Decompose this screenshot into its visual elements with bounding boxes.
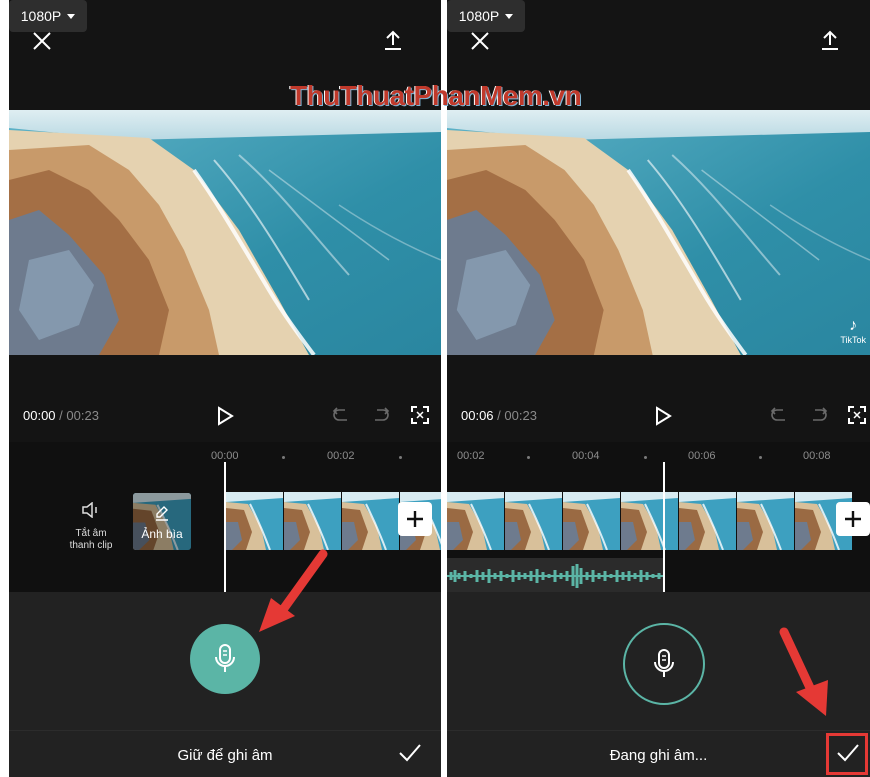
plus-icon bbox=[407, 511, 423, 527]
microphone-icon bbox=[654, 649, 674, 677]
playhead[interactable] bbox=[224, 462, 226, 592]
video-frame bbox=[9, 110, 441, 355]
time-current: 00:00 bbox=[23, 408, 56, 423]
fullscreen-icon bbox=[848, 406, 866, 424]
clip-frame bbox=[226, 492, 283, 550]
bottom-bar: Đang ghi âm... bbox=[447, 730, 870, 777]
close-button[interactable] bbox=[465, 26, 495, 56]
export-icon bbox=[822, 30, 838, 50]
add-clip-button[interactable] bbox=[398, 502, 432, 536]
arrow-annotation bbox=[259, 549, 328, 632]
fullscreen-button[interactable] bbox=[848, 406, 870, 428]
ruler-label: 00:02 bbox=[457, 450, 485, 462]
plus-icon bbox=[845, 511, 861, 527]
timeline[interactable]: 00:02 00:04 00:06 00:08 bbox=[447, 442, 870, 594]
redo-icon bbox=[813, 407, 828, 421]
clip-frame bbox=[737, 492, 794, 550]
audio-waveform bbox=[447, 564, 663, 588]
undo-button[interactable] bbox=[331, 406, 353, 428]
record-button[interactable] bbox=[190, 624, 260, 694]
cover-label: Ảnh bìa bbox=[141, 527, 183, 541]
time-total: 00:23 bbox=[66, 408, 99, 423]
video-track[interactable] bbox=[447, 492, 853, 550]
undo-button[interactable] bbox=[769, 406, 791, 428]
export-button[interactable] bbox=[814, 24, 846, 56]
play-button[interactable] bbox=[216, 406, 238, 428]
close-icon bbox=[33, 32, 51, 50]
close-icon bbox=[471, 32, 489, 50]
redo-button[interactable] bbox=[371, 406, 393, 428]
export-icon bbox=[385, 30, 401, 50]
record-area bbox=[9, 592, 441, 730]
close-button[interactable] bbox=[27, 26, 57, 56]
ruler-label: 00:06 bbox=[688, 450, 716, 462]
play-button[interactable] bbox=[654, 406, 676, 428]
ruler-label: 00:08 bbox=[803, 450, 831, 462]
timeline[interactable]: 00:00 00:02 Tắt âm thanh clip Ảnh bìa bbox=[9, 442, 441, 592]
editor-panel-left: 1080P 00:00 / 00:23 00:00 00:02 Tắt âm t… bbox=[9, 0, 441, 777]
undo-icon bbox=[332, 407, 347, 421]
mute-clip-audio-button[interactable]: Tắt âm thanh clip bbox=[59, 501, 123, 552]
clip-frame bbox=[563, 492, 620, 550]
playhead[interactable] bbox=[663, 462, 665, 592]
clip-frame bbox=[505, 492, 562, 550]
redo-button[interactable] bbox=[809, 406, 831, 428]
ruler-label: 00:02 bbox=[327, 450, 355, 462]
audio-waveform-track[interactable] bbox=[447, 558, 663, 594]
ruler-label: 00:04 bbox=[572, 450, 600, 462]
redo-icon bbox=[375, 407, 390, 421]
clip-frame bbox=[284, 492, 341, 550]
site-watermark: ThuThuatPhanMem.vn bbox=[290, 80, 582, 111]
time-readout: 00:06 / 00:23 bbox=[461, 408, 537, 423]
stop-recording-button[interactable] bbox=[623, 623, 705, 705]
dropdown-caret-icon bbox=[67, 13, 76, 19]
fullscreen-icon bbox=[411, 406, 429, 424]
fullscreen-button[interactable] bbox=[411, 406, 433, 428]
undo-icon bbox=[770, 407, 785, 421]
recording-status-label: Đang ghi âm... bbox=[609, 747, 708, 764]
play-icon bbox=[656, 406, 672, 426]
hold-to-record-label: Giữ để ghi âm bbox=[177, 747, 273, 764]
confirm-button[interactable] bbox=[398, 743, 424, 767]
timeline-ruler: 00:02 00:04 00:06 00:08 bbox=[447, 448, 870, 466]
resolution-label: 1080P bbox=[458, 8, 500, 24]
pencil-icon bbox=[156, 506, 168, 521]
time-total: 00:23 bbox=[504, 408, 537, 423]
tiktok-label: TikTok bbox=[840, 335, 866, 345]
clip-frame bbox=[679, 492, 736, 550]
dropdown-caret-icon bbox=[505, 13, 514, 19]
video-frame bbox=[447, 110, 870, 355]
arrow-annotation bbox=[779, 627, 828, 716]
resolution-label: 1080P bbox=[20, 8, 62, 24]
video-preview[interactable] bbox=[9, 110, 441, 355]
speaker-icon bbox=[82, 501, 97, 519]
add-clip-button[interactable] bbox=[836, 502, 870, 536]
mute-label: Tắt âm thanh clip bbox=[69, 528, 113, 551]
time-current: 00:06 bbox=[461, 408, 494, 423]
export-button[interactable] bbox=[377, 24, 409, 56]
cover-image-button[interactable]: Ảnh bìa bbox=[133, 493, 191, 550]
clip-frame bbox=[342, 492, 399, 550]
clip-frame bbox=[621, 492, 678, 550]
ruler-label: 00:00 bbox=[211, 450, 239, 462]
video-preview[interactable]: ♪ TikTok bbox=[447, 110, 870, 355]
clip-frame bbox=[447, 492, 504, 550]
checkmark-icon bbox=[399, 744, 421, 762]
play-icon bbox=[218, 406, 234, 426]
tiktok-logo: ♪ TikTok bbox=[840, 317, 866, 345]
microphone-icon bbox=[215, 644, 235, 672]
playback-controls: 00:06 / 00:23 bbox=[447, 392, 870, 442]
time-readout: 00:00 / 00:23 bbox=[23, 408, 99, 423]
confirm-highlight-box bbox=[826, 733, 868, 775]
playback-controls: 00:00 / 00:23 bbox=[9, 392, 441, 442]
bottom-bar: Giữ để ghi âm bbox=[9, 730, 441, 777]
